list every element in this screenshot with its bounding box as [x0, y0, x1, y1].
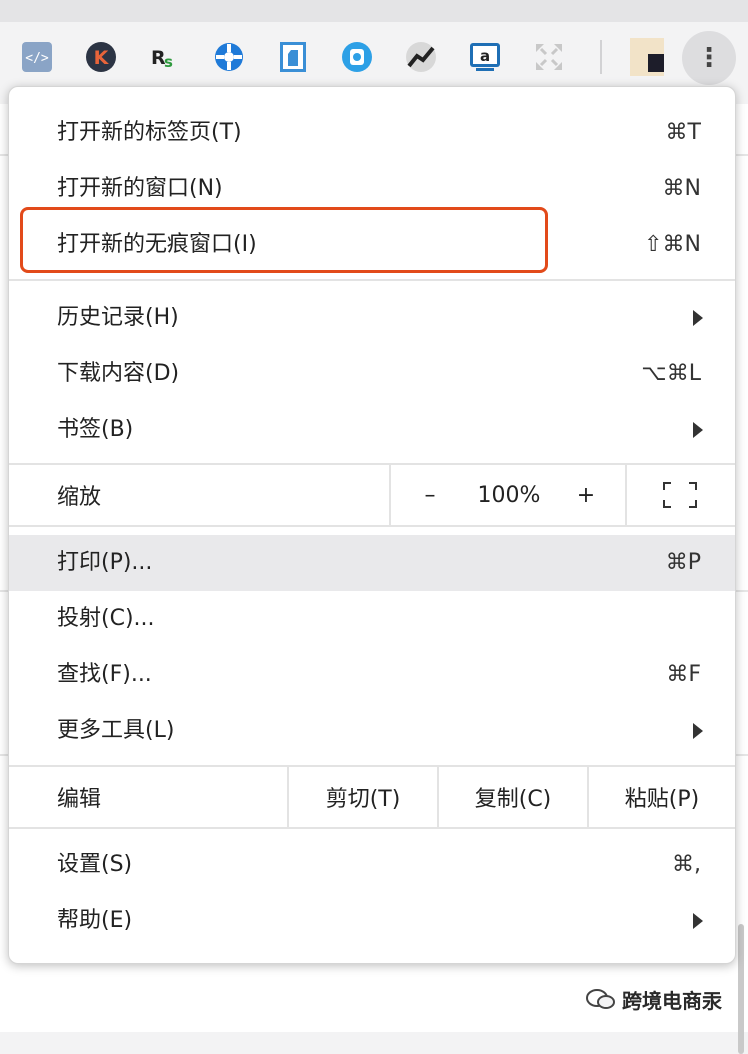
svg-text:K: K — [94, 47, 110, 69]
submenu-arrow-icon — [693, 310, 703, 326]
annotation-highlight-box — [20, 207, 548, 273]
menu-item-shortcut: ⌘N — [662, 176, 701, 201]
toolbar-separator — [600, 40, 602, 74]
chrome-main-menu: 打开新的标签页(T) ⌘T 打开新的窗口(N) ⌘N 打开新的无痕窗口(I) ⇧… — [8, 86, 736, 964]
wechat-icon — [586, 989, 615, 1009]
menu-item-cast[interactable]: 投射(C)... — [9, 591, 735, 647]
edit-label: 编辑 — [57, 787, 102, 812]
menu-item-label: 打开新的窗口(N) — [57, 176, 223, 201]
menu-item-label: 下载内容(D) — [57, 361, 180, 386]
zoom-row: 缩放 – 100% + — [9, 465, 735, 525]
menu-item-label: 更多工具(L) — [57, 718, 175, 743]
chrome-menu-button[interactable]: ⋮ — [682, 31, 736, 85]
copy-button[interactable]: 复制(C) — [439, 767, 587, 827]
watermark: 跨境电商汞 — [586, 982, 722, 1016]
menu-item-settings[interactable]: 设置(S) ⌘, — [9, 837, 735, 893]
menu-divider — [9, 525, 735, 527]
menu-item-shortcut: ⇧⌘N — [644, 232, 701, 257]
menu-item-label: 投射(C)... — [57, 606, 155, 631]
menu-item-shortcut: ⌘F — [666, 662, 701, 687]
watermark-text: 跨境电商汞 — [622, 988, 722, 1013]
svg-text:a: a — [480, 47, 490, 65]
menu-item-shortcut: ⌘T — [665, 120, 701, 145]
tab-strip — [0, 0, 748, 22]
zoom-cell-separator — [389, 465, 391, 525]
menu-item-shortcut: ⌥⌘L — [641, 361, 701, 386]
zoom-cell-separator — [625, 465, 627, 525]
menu-item-history[interactable]: 历史记录(H) — [9, 290, 735, 346]
fullscreen-icon[interactable] — [663, 482, 697, 508]
cut-button[interactable]: 剪切(T) — [289, 767, 437, 827]
q-extension-icon[interactable] — [340, 40, 374, 74]
amazon-extension-icon[interactable]: a — [468, 40, 502, 74]
fist-extension-icon[interactable] — [276, 40, 310, 74]
menu-item-label: 打开新的标签页(T) — [57, 120, 242, 145]
menu-item-find[interactable]: 查找(F)... ⌘F — [9, 647, 735, 703]
menu-item-downloads[interactable]: 下载内容(D) ⌥⌘L — [9, 346, 735, 402]
zoom-in-button[interactable]: + — [559, 465, 613, 525]
menu-item-help[interactable]: 帮助(E) — [9, 893, 735, 949]
submenu-arrow-icon — [693, 913, 703, 929]
code-extension-icon[interactable]: </> — [20, 40, 54, 74]
profile-avatar[interactable] — [630, 38, 664, 76]
more-vert-icon: ⋮ — [696, 43, 722, 73]
submenu-arrow-icon — [693, 723, 703, 739]
zoom-level: 100% — [477, 482, 541, 508]
menu-item-label: 查找(F)... — [57, 662, 152, 687]
menu-item-label: 帮助(E) — [57, 908, 133, 933]
k-extension-icon[interactable]: K — [84, 40, 118, 74]
rs-extension-icon[interactable]: Rs — [148, 40, 182, 74]
chart-extension-icon[interactable] — [404, 40, 438, 74]
menu-item-shortcut: ⌘P — [665, 550, 701, 575]
menu-divider — [9, 279, 735, 281]
edit-row: 编辑 剪切(T) 复制(C) 粘贴(P) — [9, 767, 735, 827]
menu-item-new-tab[interactable]: 打开新的标签页(T) ⌘T — [9, 105, 735, 161]
expand-extension-icon[interactable] — [532, 40, 566, 74]
menu-item-label: 历史记录(H) — [57, 305, 179, 330]
paste-button[interactable]: 粘贴(P) — [589, 767, 735, 827]
menu-divider — [9, 827, 735, 829]
menu-item-label: 设置(S) — [57, 852, 133, 877]
svg-text:s: s — [164, 53, 173, 71]
menu-item-bookmarks[interactable]: 书签(B) — [9, 402, 735, 458]
zoom-out-button[interactable]: – — [401, 465, 459, 525]
menu-item-more-tools[interactable]: 更多工具(L) — [9, 703, 735, 759]
svg-text:</>: </> — [25, 51, 49, 66]
menu-item-label: 打印(P)... — [57, 550, 153, 575]
submenu-arrow-icon — [693, 422, 703, 438]
blue-circle-extension-icon[interactable] — [212, 40, 246, 74]
menu-item-print[interactable]: 打印(P)... ⌘P — [9, 535, 735, 591]
page-scrollbar[interactable] — [738, 924, 744, 1054]
menu-item-label: 书签(B) — [57, 417, 134, 442]
zoom-label: 缩放 — [57, 485, 102, 510]
menu-item-shortcut: ⌘, — [672, 852, 701, 877]
